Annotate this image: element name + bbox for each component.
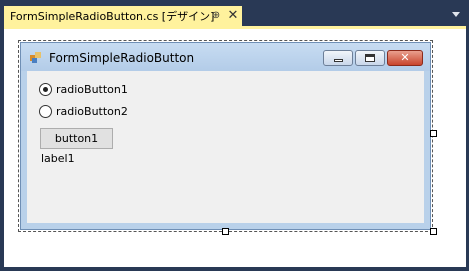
radio-button-2-label: radioButton2	[56, 105, 128, 118]
form-client-area: radioButton1 radioButton2 button1 label1	[27, 71, 424, 223]
button1[interactable]: button1	[40, 128, 113, 149]
window-close-icon: ✕	[400, 51, 410, 64]
radio-indicator-checked[interactable]	[39, 83, 52, 96]
maximize-button[interactable]	[355, 50, 385, 66]
maximize-icon	[365, 54, 375, 62]
form-app-icon	[30, 52, 41, 63]
form-title: FormSimpleRadioButton	[49, 51, 195, 65]
pin-icon[interactable]: ⊕	[210, 9, 222, 23]
designer-document-tab[interactable]: FormSimpleRadioButton.cs [デザイン] ⊕ ✕	[4, 6, 242, 26]
window-close-button[interactable]: ✕	[387, 50, 423, 66]
label1: label1	[41, 152, 75, 165]
radio-button-2[interactable]: radioButton2	[39, 105, 128, 118]
form-titlebar[interactable]: FormSimpleRadioButton ✕	[21, 43, 430, 71]
tab-title: FormSimpleRadioButton.cs [デザイン]	[10, 10, 215, 23]
form-window[interactable]: FormSimpleRadioButton ✕ radioButton1 rad…	[20, 42, 431, 230]
radio-button-1[interactable]: radioButton1	[39, 83, 128, 96]
minimize-icon	[333, 58, 343, 62]
resize-handle-bottom[interactable]	[222, 228, 229, 235]
radio-indicator-unchecked[interactable]	[39, 105, 52, 118]
dropdown-arrow-icon[interactable]	[452, 12, 460, 17]
resize-handle-bottom-right[interactable]	[430, 228, 437, 235]
close-icon[interactable]: ✕	[227, 9, 239, 23]
minimize-button[interactable]	[323, 50, 353, 66]
radio-button-1-label: radioButton1	[56, 83, 128, 96]
resize-handle-right[interactable]	[430, 130, 437, 137]
